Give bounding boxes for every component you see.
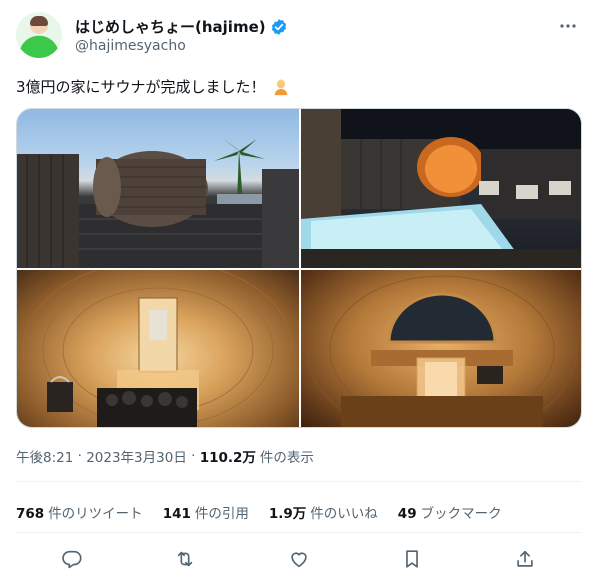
author-handle[interactable]: @hajimesyacho <box>75 38 186 54</box>
likes-count: 1.9万 <box>268 506 307 522</box>
quotes-stat[interactable]: 141 件の引用 <box>163 502 249 522</box>
photo-sauna-interior-stove[interactable] <box>17 270 299 427</box>
photo-barrel-sauna-deck[interactable] <box>17 109 299 268</box>
share-icon[interactable] <box>514 548 536 570</box>
views-label: 件の表示 <box>259 450 314 466</box>
retweets-count: 768 <box>16 506 45 522</box>
photo-sauna-interior-window[interactable] <box>301 270 581 427</box>
bookmark-icon[interactable] <box>401 548 423 570</box>
tweet-stats: 768 件のリツイート 141 件の引用 1.9万 件のいいね 49 ブックマーク <box>16 502 502 522</box>
more-options-icon[interactable] <box>558 16 578 36</box>
tweet-text: 3億円の家にサウナが完成しました！ <box>16 78 266 96</box>
avatar[interactable] <box>16 12 62 58</box>
tweet-text-row: 3億円の家にサウナが完成しました！ <box>16 76 290 97</box>
bookmarks-stat[interactable]: 49 ブックマーク <box>398 502 502 522</box>
bookmarks-count: 49 <box>397 506 417 522</box>
retweets-label: 件のリツイート <box>48 506 143 522</box>
author-name-row: はじめしゃちょー(hajime) <box>75 16 288 37</box>
tweet-actions <box>16 548 582 574</box>
tweet-date[interactable]: 2023年3月30日 <box>86 446 187 466</box>
photo-night-pool-sauna-art <box>301 109 581 268</box>
meta-separator: · <box>73 448 87 464</box>
views-count: 110.2万 <box>199 450 256 466</box>
likes-label: 件のいいね <box>310 506 378 522</box>
media-grid <box>16 108 582 428</box>
photo-sauna-interior-window-art <box>306 270 578 427</box>
divider <box>16 532 582 533</box>
tweet-header: はじめしゃちょー(hajime) @hajimesyacho <box>16 12 582 62</box>
photo-sauna-interior-stove-art <box>22 270 294 427</box>
tweet-time[interactable]: 午後8:21 <box>16 446 73 466</box>
verified-badge-icon <box>271 18 286 35</box>
photo-night-pool-sauna[interactable] <box>301 109 581 268</box>
reply-icon[interactable] <box>61 548 83 570</box>
retweet-icon[interactable] <box>174 548 196 570</box>
meta-separator: · <box>186 448 200 464</box>
heart-icon[interactable] <box>288 548 310 570</box>
quotes-count: 141 <box>162 506 191 522</box>
likes-stat[interactable]: 1.9万 件のいいね <box>269 502 378 522</box>
bookmarks-label: ブックマーク <box>420 506 502 522</box>
photo-barrel-sauna-deck-art <box>17 137 299 268</box>
author-display-name[interactable]: はじめしゃちょー(hajime) <box>75 16 266 37</box>
tweet-meta: 午後8:21 · 2023年3月30日 · 110.2万 件の表示 <box>16 446 314 466</box>
quotes-label: 件の引用 <box>194 506 249 522</box>
retweets-stat[interactable]: 768 件のリツイート <box>16 502 143 522</box>
person-emoji-icon <box>274 79 287 95</box>
divider <box>16 481 582 482</box>
